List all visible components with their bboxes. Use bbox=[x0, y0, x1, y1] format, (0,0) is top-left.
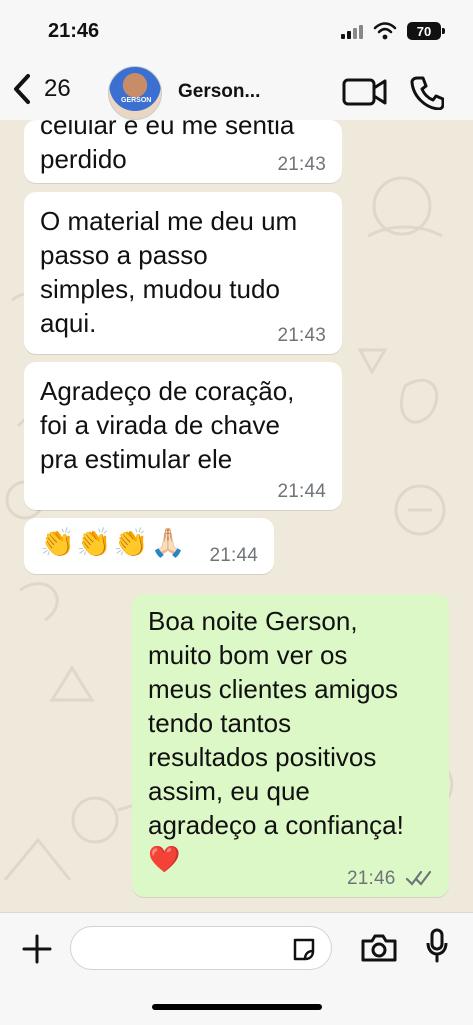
microphone-icon[interactable] bbox=[425, 927, 449, 965]
battery-level: 70 bbox=[416, 23, 432, 39]
message-time-2: 21:43 bbox=[277, 325, 326, 346]
status-bar: 21:46 70 bbox=[0, 0, 473, 62]
camera-icon[interactable] bbox=[360, 933, 398, 963]
message-time-4: 21:44 bbox=[209, 545, 258, 566]
message-bubble-1[interactable]: celular e eu me sentia perdido 21:43 bbox=[24, 120, 342, 183]
avatar-text: GERSON bbox=[121, 97, 152, 104]
plus-icon[interactable] bbox=[20, 932, 54, 966]
contact-name[interactable]: Gerson... bbox=[178, 81, 260, 103]
chat-area[interactable]: celular e eu me sentia perdido 21:43 O m… bbox=[0, 120, 473, 912]
unread-count: 26 bbox=[44, 75, 71, 102]
chevron-left-icon bbox=[14, 74, 30, 104]
message-bubble-5[interactable]: Boa noite Gerson, muito bom ver os meus … bbox=[132, 594, 449, 897]
message-bubble-4[interactable]: 👏👏👏🙏🏻 21:44 bbox=[24, 518, 274, 574]
message-bubble-2[interactable]: O material me deu um passo a passo simpl… bbox=[24, 192, 342, 354]
chat-header: 26 GERSON Gerson... bbox=[0, 62, 473, 121]
message-meta-5: 21:46 bbox=[347, 869, 433, 889]
status-icons: 70 bbox=[341, 22, 445, 40]
message-time-3: 21:44 bbox=[277, 481, 326, 502]
sticker-icon[interactable] bbox=[291, 937, 317, 963]
battery-indicator: 70 bbox=[407, 22, 445, 40]
status-time: 21:46 bbox=[48, 20, 100, 42]
message-text-3: Agradeço de coração, foi a virada de cha… bbox=[40, 376, 295, 474]
video-call-icon[interactable] bbox=[342, 76, 388, 108]
message-text-5: Boa noite Gerson, muito bom ver os meus … bbox=[148, 606, 404, 874]
message-bubble-3[interactable]: Agradeço de coração, foi a virada de cha… bbox=[24, 362, 342, 510]
wifi-icon bbox=[373, 22, 397, 40]
message-text-2: O material me deu um passo a passo simpl… bbox=[40, 206, 298, 338]
home-indicator bbox=[152, 1004, 322, 1010]
avatar[interactable]: GERSON bbox=[108, 66, 162, 120]
signal-icon bbox=[341, 23, 363, 39]
back-button[interactable]: 26 bbox=[10, 72, 71, 106]
double-check-icon bbox=[405, 870, 432, 886]
message-input[interactable] bbox=[70, 926, 332, 970]
message-time-1: 21:43 bbox=[277, 154, 326, 175]
phone-icon[interactable] bbox=[410, 74, 444, 110]
message-time-5: 21:46 bbox=[346, 868, 396, 889]
